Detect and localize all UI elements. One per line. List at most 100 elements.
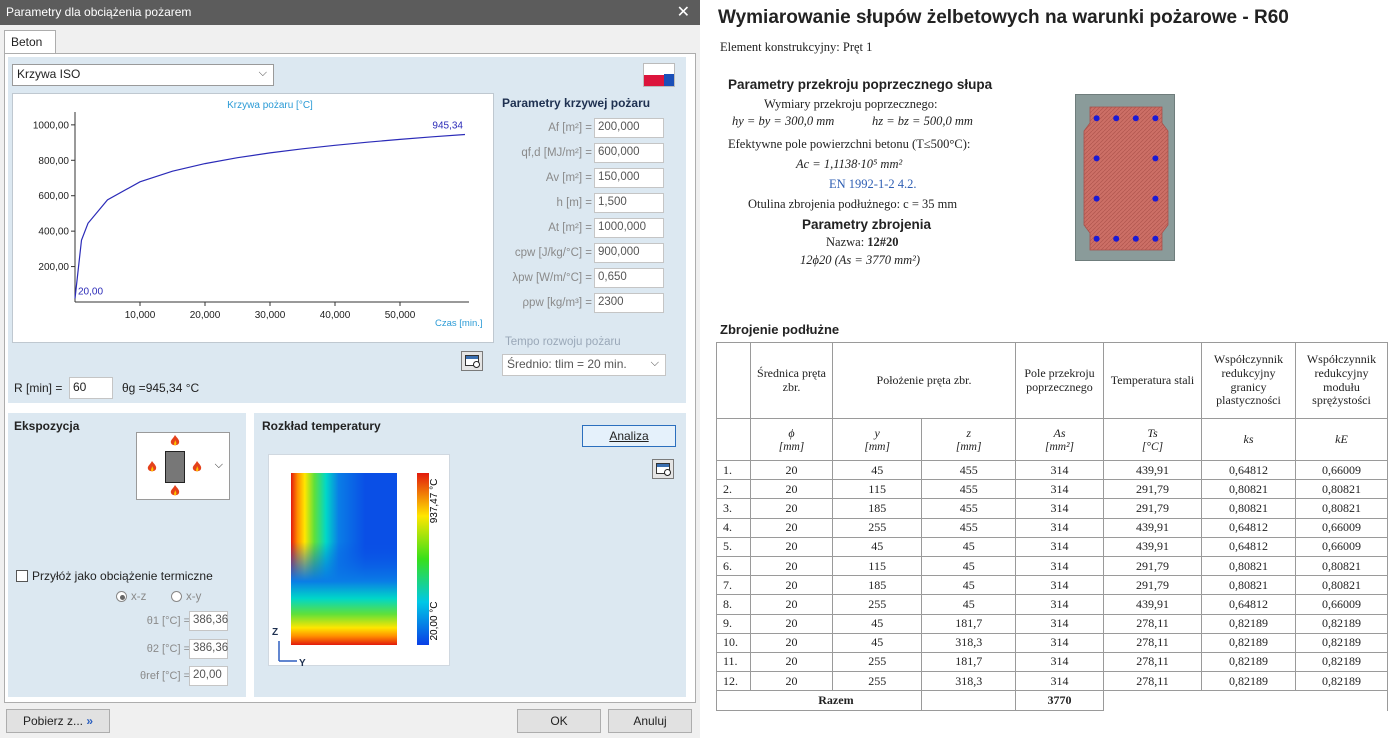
column-section-icon [165,451,185,483]
exposure-select[interactable]: ⌵ [136,432,230,500]
flame-icon [147,461,157,472]
table-row: 3. 20 185 455 314 291,79 0,80821 0,80821 [716,498,1388,519]
checkbox-box[interactable] [16,570,28,582]
table-cell: 115 [831,479,923,500]
analiza-button[interactable]: Analiza [582,425,676,447]
table-cell: 0,80821 [1295,498,1388,519]
table-cell: 20 [750,536,833,557]
double-chevron-icon: » [86,714,94,728]
column-symbol: z [mm] [921,418,1016,461]
table-header-row: Średnica pręta zbr. Położenie pręta zbr. P… [716,342,1388,419]
fire-load-dialog: Parametry dla obciążenia pożarem ✕ Beton… [0,0,700,738]
column-symbol: ks [1201,418,1296,461]
dialog-title: Parametry dla obciążenia pożarem [6,5,192,19]
curve-type-select[interactable]: Krzywa ISO ⌵ [12,64,274,86]
param-input[interactable]: 150,000 [594,168,664,188]
unit: [mm] [864,441,890,453]
theta1-input[interactable]: 386,36 [189,611,228,631]
table-cell: 255 [831,651,923,673]
thetaref-input[interactable]: 20,00 [189,666,228,686]
symbol: Ts [1147,426,1158,440]
table-cell: 20 [750,498,833,519]
table-cell: 291,79 [1103,479,1202,500]
unit: [mm] [955,441,982,453]
table-cell: 314 [1015,594,1104,615]
pobierz-label: Pobierz z... [22,714,83,728]
table-row: 6. 20 115 45 314 291,79 0,80821 0,80821 [716,555,1388,577]
dims-hy: hy = by = 300,0 mm [732,114,835,128]
column-header: Współczynnik redukcyjny modułu sprężysto… [1295,342,1388,419]
reinforcement-table: Średnica pręta zbr. Położenie pręta zbr. P… [716,342,1388,712]
radio-xy[interactable]: x-y [171,591,201,603]
unit: [mm] [778,441,805,453]
close-icon[interactable]: ✕ [677,2,690,22]
theta2-input[interactable]: 386,36 [189,639,228,659]
fire-curve-chart: Krzywa pożaru [°C] 200,00 400,00 600,00 800,… [12,93,494,343]
temperature-heading: Rozkład temperatury [262,419,381,433]
table-cell: 314 [1015,575,1104,596]
param-input[interactable]: 1000,000 [594,218,664,238]
column-cross-section [1075,94,1175,261]
curve-start-label: 20,00 [78,286,103,297]
table-cell: 45 [831,536,923,557]
param-input[interactable]: 200,000 [594,118,664,138]
ok-button[interactable]: OK [517,709,601,733]
poland-flag-icon[interactable] [643,63,675,87]
preview-icon[interactable] [652,459,674,479]
table-row: 10. 20 45 318,3 314 278,11 0,82189 0,82189 [716,632,1388,653]
symbol: ks [1243,432,1254,446]
area-formula: Ac = 1,1138·10⁵ mm² [796,157,903,171]
y-tick-label: 400,00 [38,227,69,238]
param-input[interactable]: 1,500 [594,193,664,213]
chevron-down-icon: ⌵ [650,357,659,369]
param-input[interactable]: 2300 [594,293,664,313]
table-cell: 10. [716,632,751,653]
table-row: 7. 20 185 45 314 291,79 0,80821 0,80821 [716,575,1388,596]
thermal-load-label: Przyłóż jako obciążenie termiczne [32,569,213,583]
radio-xz[interactable]: x-z [116,591,146,603]
table-cell: 12. [716,671,751,692]
table-cell: 314 [1015,459,1104,481]
table-row: 9. 20 45 181,7 314 278,11 0,82189 0,82189 [716,613,1388,634]
table-row: 5. 20 45 45 314 439,91 0,64812 0,66009 [716,536,1388,557]
symbol: ϕ [788,426,795,440]
rebar-heading: Parametry zbrojenia [802,217,932,232]
x-tick-label: 20,000 [190,310,221,321]
area-reference-link[interactable]: EN 1992-1-2 4.2. [829,177,917,192]
total-label: Razem [750,690,923,712]
tab-beton[interactable]: Beton [4,30,56,54]
param-input[interactable]: 0,650 [594,268,664,288]
table-cell: 20 [750,671,833,692]
table-cell: 314 [1015,613,1104,634]
table-heading: Zbrojenie podłużne [720,322,840,337]
table-cell: 439,91 [1103,517,1202,538]
table-cell: 255 [831,594,923,615]
curve-type-value: Krzywa ISO [17,67,81,81]
thermal-load-checkbox[interactable]: Przyłóż jako obciążenie termiczne [16,569,213,583]
table-cell: 0,82189 [1295,651,1388,673]
r-minutes-input[interactable]: 60 [69,377,113,399]
cancel-button[interactable]: Anuluj [608,709,692,733]
theta2-label: θ2 [°C] = [146,643,190,655]
pobierz-button[interactable]: Pobierz z... » [6,709,110,733]
x-axis-label: Czas [min.] [435,318,483,329]
section-heading: Parametry przekroju poprzecznego słupa [728,77,993,92]
param-input[interactable]: 900,000 [594,243,664,263]
column-header: Temperatura stali [1103,342,1202,419]
symbol: As [1053,426,1066,440]
column-header [716,342,751,419]
table-cell: 0,80821 [1295,479,1388,500]
scale-max-label: 937,47 °C [429,479,440,524]
table-cell: 20 [750,459,833,481]
table-cell: 6. [716,555,751,577]
param-input[interactable]: 600,000 [594,143,664,163]
preview-icon[interactable] [461,351,483,371]
table-cell: 314 [1015,555,1104,577]
table-cell: 45 [921,594,1016,615]
table-units-row: ϕ [mm] y [mm] z [mm] As [mm²] Ts [°C] ks kE [716,418,1388,461]
analiza-label: Analiza [609,429,649,443]
table-cell: 314 [1015,498,1104,519]
table-cell: 0,80821 [1201,479,1296,500]
dims-label: Wymiary przekroju poprzecznego: [764,97,938,111]
rebar-dot [1152,155,1159,162]
